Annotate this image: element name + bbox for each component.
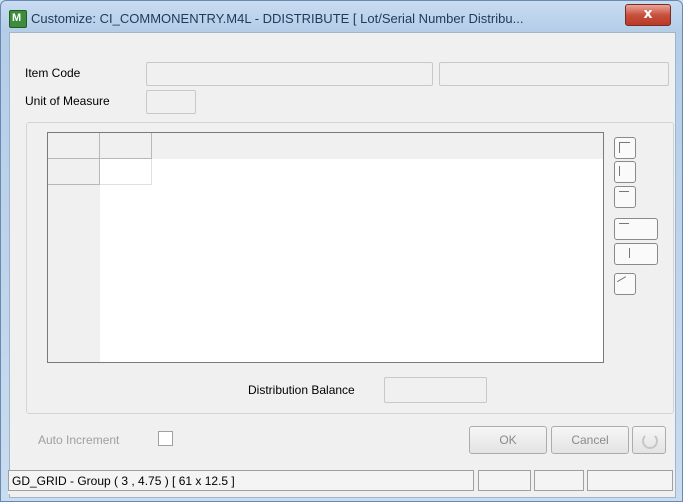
status-panel-3 [534, 470, 584, 491]
app-icon [9, 10, 27, 28]
uom-label: Unit of Measure [25, 94, 110, 108]
refresh-icon [642, 433, 658, 449]
status-panel-4 [587, 470, 673, 491]
item-code-input[interactable] [146, 62, 433, 86]
grid-row-header[interactable] [48, 159, 100, 185]
item-code-label: Item Code [25, 66, 81, 80]
close-button[interactable]: x [625, 4, 671, 26]
properties-icon[interactable] [614, 273, 636, 295]
row-icon[interactable] [614, 186, 636, 208]
grid-corner-cell[interactable] [48, 133, 100, 159]
grid-column-header[interactable] [100, 133, 152, 159]
resize-icon[interactable] [614, 243, 658, 265]
distribution-balance-label: Distribution Balance [248, 383, 355, 397]
auto-increment-checkbox[interactable] [158, 431, 173, 446]
grid-cell[interactable] [100, 159, 152, 185]
ok-button[interactable]: OK [469, 426, 547, 454]
status-bar: GD_GRID - Group ( 3 , 4.75 ) [ 61 x 12.5… [8, 470, 673, 494]
cancel-button[interactable]: Cancel [551, 426, 629, 454]
item-description-input[interactable] [439, 62, 669, 86]
auto-increment-label: Auto Increment [38, 433, 120, 447]
distribution-grid[interactable] [47, 132, 604, 363]
distribution-balance-input[interactable] [384, 377, 487, 403]
help-button[interactable] [632, 426, 666, 454]
close-icon: x [643, 6, 653, 22]
column-icon[interactable] [614, 161, 636, 183]
uom-input[interactable] [146, 90, 196, 114]
align-icon[interactable] [614, 218, 658, 240]
resize-grip-icon[interactable] [614, 137, 636, 159]
status-panel-2 [478, 470, 531, 491]
window-title: Customize: CI_COMMONENTRY.M4L - DDISTRIB… [31, 11, 524, 26]
status-text: GD_GRID - Group ( 3 , 4.75 ) [ 61 x 12.5… [8, 470, 474, 491]
